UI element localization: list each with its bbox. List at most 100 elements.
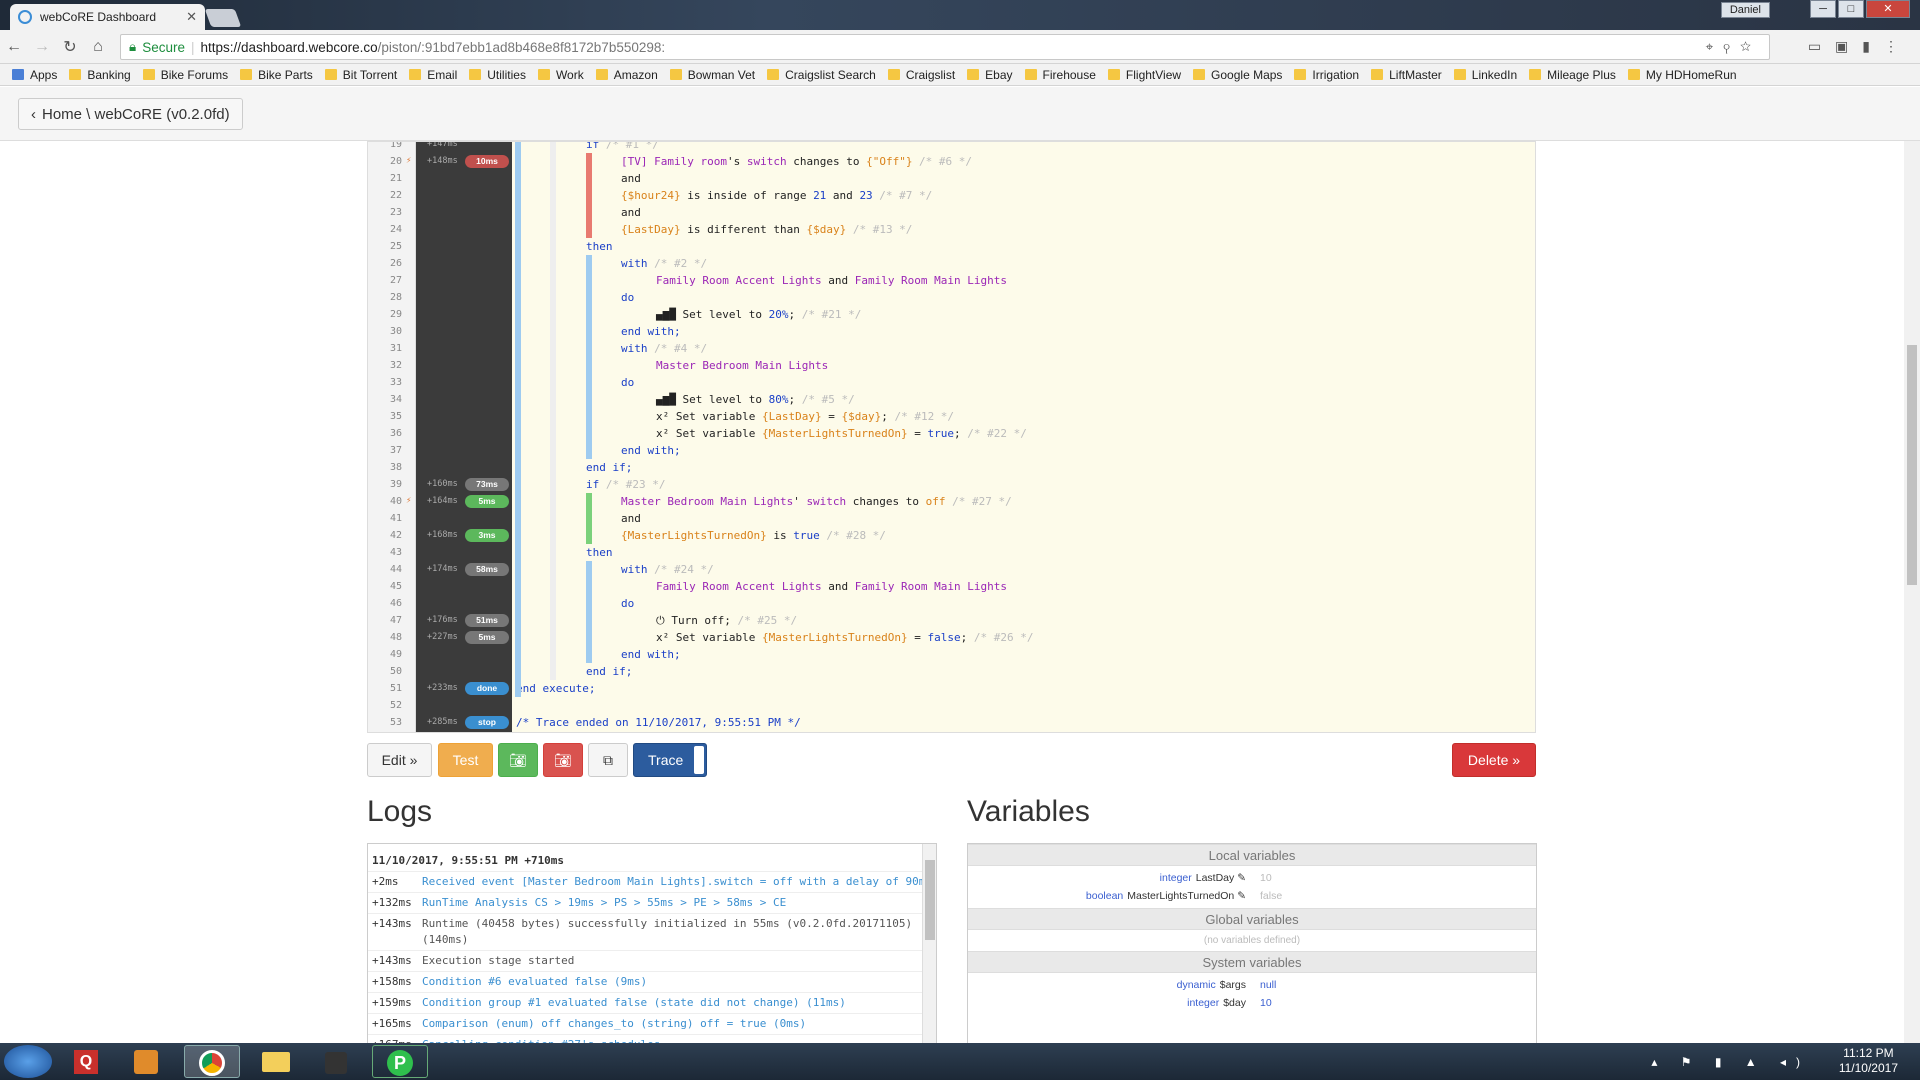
trace-duration-badge: 3ms bbox=[465, 529, 509, 542]
bookmark-item[interactable]: Craigslist Search bbox=[767, 68, 876, 82]
chrome-taskbar-icon[interactable] bbox=[184, 1045, 240, 1078]
code-text: ⏻ Turn off; /* #25 */ bbox=[656, 612, 797, 629]
home-breadcrumb-button[interactable]: ‹ Home \ webCoRE (v0.2.0fd) bbox=[18, 98, 243, 130]
pin-icon[interactable]: ⚲ bbox=[1723, 39, 1740, 54]
code-token: {MasterLightsTurnedOn} bbox=[761, 427, 908, 440]
extension-icon[interactable]: ▣ bbox=[1835, 38, 1862, 54]
condition-true-bar bbox=[586, 493, 592, 544]
variable-row: boolean MasterLightsTurnedOn ✎ false bbox=[968, 887, 1536, 905]
bookmark-item[interactable]: FlightView bbox=[1107, 68, 1181, 82]
code-token: end execute; bbox=[516, 682, 596, 695]
code-token: changes to bbox=[786, 155, 867, 168]
bookmark-item[interactable]: Bike Forums bbox=[142, 68, 228, 82]
camera-snapshot-button[interactable]: 📷︎ bbox=[498, 743, 538, 777]
cast-icon[interactable]: ▭ bbox=[1808, 38, 1835, 54]
bookmark-item[interactable]: Irrigation bbox=[1294, 68, 1359, 82]
bookmark-icon bbox=[1294, 69, 1307, 80]
code-token: if bbox=[586, 478, 600, 491]
test-button[interactable]: Test bbox=[438, 743, 493, 777]
menu-icon[interactable]: ⋮ bbox=[1884, 38, 1912, 54]
code-line: 36 x² Set variable {MasterLightsTurnedOn}… bbox=[368, 425, 1535, 442]
browser-tab[interactable]: webCoRE Dashboard ✕ bbox=[10, 4, 205, 30]
file-explorer-taskbar-icon[interactable] bbox=[252, 1045, 300, 1078]
code-token: Family Room Accent Lights bbox=[656, 580, 822, 593]
address-bar[interactable]: 🔒︎ Secure | https://dashboard.webcore.co… bbox=[120, 34, 1770, 60]
trace-duration-badge: 51ms bbox=[465, 614, 509, 627]
code-token: {"Off"} bbox=[866, 155, 913, 168]
maximize-icon[interactable]: □ bbox=[1838, 0, 1864, 18]
code-text: with /* #24 */ bbox=[621, 561, 714, 578]
extension2-icon[interactable]: ▮ bbox=[1862, 38, 1884, 54]
bookmark-item[interactable]: My HDHomeRun bbox=[1627, 68, 1737, 82]
code-text: x² Set variable {MasterLightsTurnedOn} =… bbox=[656, 425, 1027, 442]
clock[interactable]: 11:12 PM 11/10/2017 bbox=[1839, 1046, 1898, 1076]
bookmark-item[interactable]: Work bbox=[537, 68, 584, 82]
code-text: /* Trace ended on 11/10/2017, 9:55:51 PM… bbox=[516, 714, 801, 731]
minimize-icon[interactable]: ─ bbox=[1810, 0, 1836, 18]
code-token: is different than bbox=[680, 223, 807, 236]
trace-toggle-button[interactable]: Trace bbox=[633, 743, 707, 777]
bookmark-icon bbox=[1107, 69, 1120, 80]
page-scrollbar[interactable] bbox=[1904, 141, 1920, 1043]
bookmark-item[interactable]: Firehouse bbox=[1024, 68, 1096, 82]
bookmark-item[interactable]: Utilities bbox=[469, 68, 526, 82]
code-line: 24 {LastDay} is different than {$day} /* … bbox=[368, 221, 1535, 238]
location-icon[interactable]: ⌖ bbox=[1706, 39, 1724, 54]
forward-icon[interactable]: → bbox=[28, 38, 56, 56]
code-line: 47 +176ms 51ms ⏻ Turn off; /* #25 */ bbox=[368, 612, 1535, 629]
bookmark-item[interactable]: Mileage Plus bbox=[1529, 68, 1616, 82]
bookmark-item[interactable]: Banking bbox=[69, 67, 131, 82]
media-player-taskbar-icon[interactable] bbox=[122, 1045, 170, 1078]
trace-duration-badge: 73ms bbox=[465, 478, 509, 491]
camera-red-button[interactable]: 📷︎ bbox=[543, 743, 583, 777]
bookmark-item[interactable]: Ebay bbox=[967, 68, 1013, 82]
line-number: 39 bbox=[389, 479, 402, 490]
log-time: +2ms bbox=[372, 875, 399, 888]
quicken-taskbar-icon[interactable]: Q bbox=[62, 1045, 110, 1078]
bookmark-label: Banking bbox=[87, 67, 131, 82]
page-scrollbar-thumb[interactable] bbox=[1907, 345, 1917, 585]
logs-scrollbar-thumb[interactable] bbox=[925, 860, 935, 940]
code-token: 20% bbox=[768, 308, 789, 321]
code-token: ; bbox=[881, 410, 888, 423]
close-tab-icon[interactable]: ✕ bbox=[186, 9, 197, 25]
bookmark-item[interactable]: Amazon bbox=[595, 68, 658, 82]
reload-icon[interactable]: ↻ bbox=[56, 37, 84, 57]
bookmark-item[interactable]: Bowman Vet bbox=[669, 68, 755, 82]
delete-button[interactable]: Delete » bbox=[1452, 743, 1536, 777]
code-token: Family Room Main Lights bbox=[854, 274, 1008, 287]
bookmark-item[interactable]: Apps bbox=[12, 68, 57, 82]
edit-variable-icon[interactable]: ✎ bbox=[1234, 890, 1246, 902]
bookmark-star-icon[interactable]: ☆ bbox=[1740, 39, 1761, 54]
code-text: with /* #2 */ bbox=[621, 255, 707, 272]
bookmark-item[interactable]: LinkedIn bbox=[1453, 68, 1517, 82]
code-line: 43 then bbox=[368, 544, 1535, 561]
edit-variable-icon[interactable]: ✎ bbox=[1234, 872, 1246, 884]
bookmark-item[interactable]: Bike Parts bbox=[240, 68, 313, 82]
variable-type: integer bbox=[1187, 997, 1220, 1009]
new-tab-button[interactable] bbox=[204, 9, 242, 27]
bookmark-item[interactable]: Craigslist bbox=[887, 68, 955, 82]
bookmark-item[interactable]: Google Maps bbox=[1193, 68, 1282, 82]
url-host: https://dashboard.webcore.co bbox=[200, 39, 378, 55]
code-token: do bbox=[621, 291, 635, 304]
edit-button[interactable]: Edit » bbox=[367, 743, 432, 777]
close-window-icon[interactable]: ✕ bbox=[1866, 0, 1910, 18]
trace-duration-badge: 58ms bbox=[465, 563, 509, 576]
url-path: /piston/:91bd7ebb1ad8b468e8f8172b7b55029… bbox=[377, 39, 666, 55]
start-button[interactable] bbox=[4, 1045, 52, 1078]
variable-value: null bbox=[1260, 979, 1277, 991]
pushbullet-taskbar-icon[interactable]: P bbox=[372, 1045, 428, 1078]
code-line: 22 {$hour24} is inside of range 21 and 23… bbox=[368, 187, 1535, 204]
bookmark-item[interactable]: LiftMaster bbox=[1371, 68, 1442, 82]
bookmark-label: Utilities bbox=[487, 67, 526, 82]
code-text: do bbox=[621, 289, 634, 306]
trace-time: +233ms bbox=[427, 683, 458, 693]
home-icon[interactable]: ⌂ bbox=[84, 38, 112, 56]
app-taskbar-icon[interactable] bbox=[312, 1045, 360, 1078]
bookmark-item[interactable]: Email bbox=[409, 68, 457, 82]
bookmark-item[interactable]: Bit Torrent bbox=[324, 68, 397, 82]
back-icon[interactable]: ← bbox=[0, 38, 28, 56]
duplicate-button[interactable]: ⧉ bbox=[588, 743, 628, 777]
profile-button[interactable]: Daniel bbox=[1720, 2, 1770, 18]
